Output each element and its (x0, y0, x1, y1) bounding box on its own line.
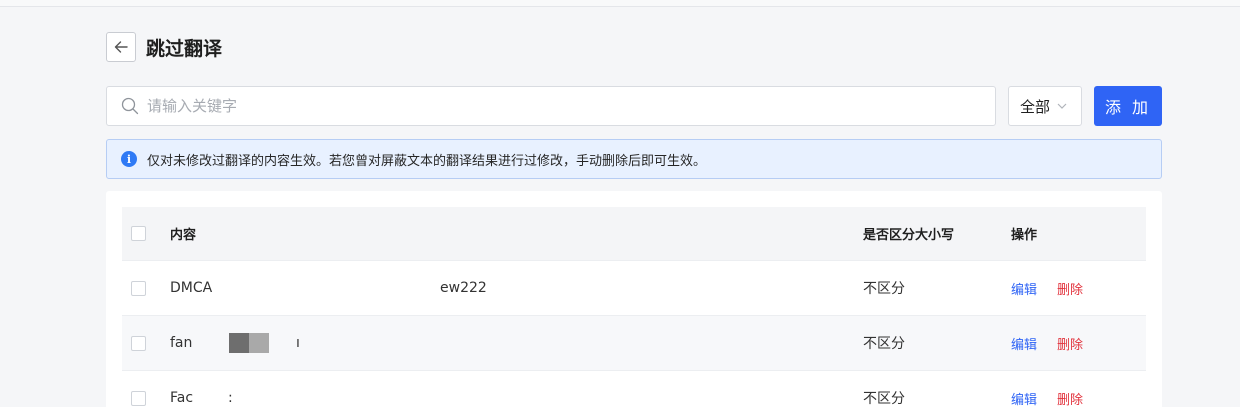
content-text-start: DMCA (170, 280, 213, 296)
row-check-cell (122, 390, 170, 406)
page-header: 跳过翻译 (106, 32, 1162, 62)
ops-cell: 编辑 删除 (1011, 334, 1146, 353)
delete-link[interactable]: 删除 (1057, 279, 1083, 298)
case-cell: 不区分 (863, 281, 905, 297)
page-title: 跳过翻译 (146, 37, 223, 60)
case-cell: 不区分 (863, 391, 905, 407)
content-cell: fan ı (170, 316, 863, 370)
content-text-end: ı (296, 335, 300, 351)
header-check-cell (122, 226, 170, 241)
content-text-end: : (228, 390, 233, 406)
case-cell: 不区分 (863, 336, 905, 352)
table-card: 内容 是否区分大小写 操作 DMCA ew222 不区分 编辑 删除 fan ı… (106, 191, 1162, 407)
ops-cell: 编辑 删除 (1011, 279, 1146, 298)
content-cell: Fac : (170, 371, 863, 407)
redaction-block (249, 333, 269, 353)
table-row: fan ı 不区分 编辑 删除 (122, 316, 1146, 371)
row-check-cell (122, 335, 170, 351)
filter-selected-value: 全部 (1020, 97, 1051, 116)
table-header: 内容 是否区分大小写 操作 (122, 207, 1146, 261)
redaction-block (229, 333, 249, 353)
row-checkbox[interactable] (131, 390, 146, 406)
search-box[interactable] (106, 86, 996, 126)
row-check-cell (122, 280, 170, 296)
ops-cell: 编辑 删除 (1011, 389, 1146, 407)
table-row: DMCA ew222 不区分 编辑 删除 (122, 261, 1146, 316)
content-text-start: fan (170, 335, 193, 351)
back-button[interactable] (106, 32, 136, 62)
row-checkbox[interactable] (131, 280, 146, 296)
column-content: 内容 (170, 228, 197, 243)
search-icon (121, 97, 139, 115)
chevron-down-icon (1057, 103, 1067, 109)
notice-text: 仅对未修改过翻译的内容生效。若您曾对屏蔽文本的翻译结果进行过修改，手动删除后即可… (147, 153, 707, 169)
content-text-start: Fac (170, 390, 194, 406)
row-checkbox[interactable] (131, 335, 146, 351)
info-icon: i (121, 151, 137, 167)
table-row: Fac : 不区分 编辑 删除 (122, 371, 1146, 407)
content-text-end: ew222 (440, 280, 487, 296)
delete-link[interactable]: 删除 (1057, 334, 1083, 353)
add-button[interactable]: 添 加 (1094, 86, 1162, 126)
select-all-checkbox[interactable] (131, 226, 146, 241)
page-container: 跳过翻译 全部 添 加 i 仅对未修改过翻译的内容生效。若您曾对屏蔽文本的翻译结… (106, 32, 1162, 407)
column-operations: 操作 (1011, 228, 1038, 243)
edit-link[interactable]: 编辑 (1011, 334, 1037, 353)
column-case-sensitive: 是否区分大小写 (863, 228, 955, 243)
edit-link[interactable]: 编辑 (1011, 279, 1037, 298)
skip-translation-table: 内容 是否区分大小写 操作 DMCA ew222 不区分 编辑 删除 fan ı… (122, 207, 1146, 407)
search-input[interactable] (147, 97, 967, 115)
info-notice: i 仅对未修改过翻译的内容生效。若您曾对屏蔽文本的翻译结果进行过修改，手动删除后… (106, 139, 1162, 179)
delete-link[interactable]: 删除 (1057, 389, 1083, 407)
content-cell: DMCA ew222 (170, 261, 863, 315)
case-filter-select[interactable]: 全部 (1008, 86, 1082, 126)
edit-link[interactable]: 编辑 (1011, 389, 1037, 407)
top-bar (0, 0, 1240, 7)
arrow-left-icon (114, 41, 128, 53)
toolbar: 全部 添 加 (106, 86, 1162, 126)
